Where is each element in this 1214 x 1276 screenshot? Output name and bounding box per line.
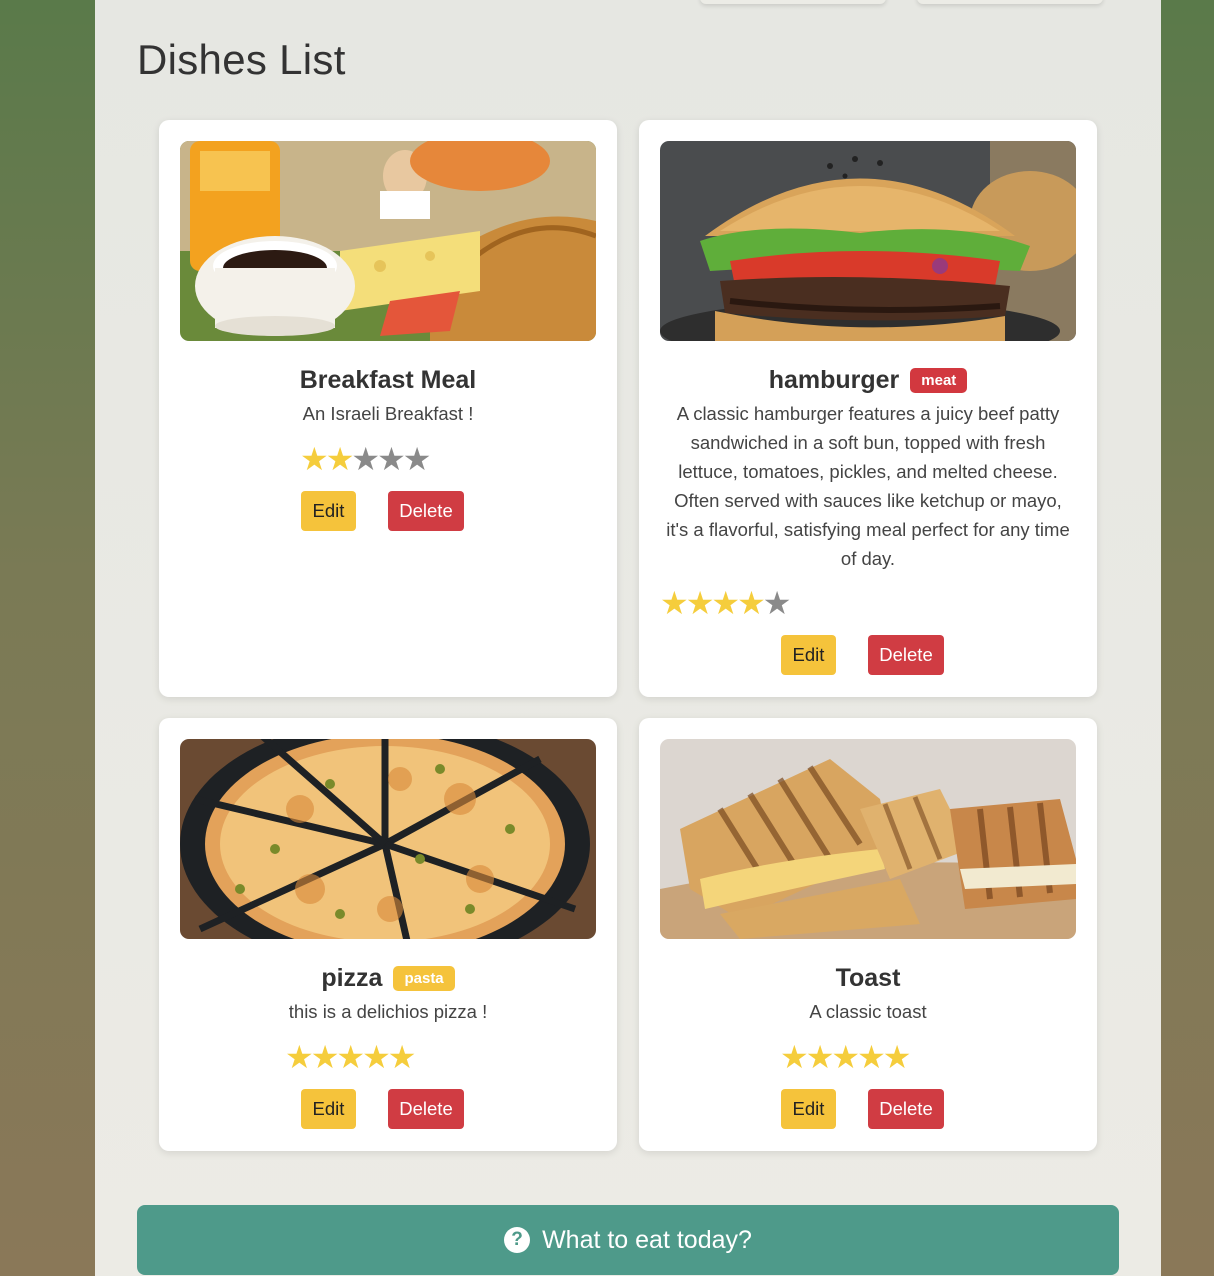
star-icon[interactable]: ★ bbox=[362, 1039, 391, 1075]
dish-image bbox=[180, 739, 596, 939]
dish-card: Breakfast Meal An Israeli Breakfast ! ★★… bbox=[159, 120, 617, 697]
star-icon[interactable]: ★ bbox=[737, 585, 766, 621]
star-icon[interactable]: ★ bbox=[763, 585, 792, 621]
star-icon[interactable]: ★ bbox=[857, 1039, 886, 1075]
dish-image bbox=[180, 141, 596, 341]
rating-stars[interactable]: ★★★★★ bbox=[285, 1039, 417, 1075]
dish-description: A classic hamburger features a juicy bee… bbox=[666, 403, 1070, 569]
star-icon[interactable]: ★ bbox=[326, 441, 355, 477]
what-to-eat-label: What to eat today? bbox=[542, 1225, 752, 1254]
dish-image bbox=[660, 739, 1076, 939]
star-icon[interactable]: ★ bbox=[336, 1039, 365, 1075]
dish-name: hamburger bbox=[768, 366, 900, 394]
dish-category-badge: meat bbox=[910, 368, 968, 393]
dish-card: pizza pasta this is a delichios pizza ! … bbox=[159, 718, 617, 1151]
dish-name: Toast bbox=[835, 964, 901, 992]
star-icon[interactable]: ★ bbox=[660, 585, 689, 621]
dish-description: this is a delichios pizza ! bbox=[288, 1001, 488, 1022]
rating-stars[interactable]: ★★★★★ bbox=[660, 585, 792, 621]
dish-card: Toast A classic toast ★★★★★ Edit Delete bbox=[639, 718, 1097, 1151]
dish-description: An Israeli Breakfast ! bbox=[302, 403, 474, 424]
star-icon[interactable]: ★ bbox=[686, 585, 715, 621]
star-icon[interactable]: ★ bbox=[403, 441, 432, 477]
star-icon[interactable]: ★ bbox=[806, 1039, 835, 1075]
dish-image bbox=[660, 141, 1076, 341]
star-icon[interactable]: ★ bbox=[351, 441, 380, 477]
dish-category-badge: pasta bbox=[393, 966, 455, 991]
star-icon[interactable]: ★ bbox=[377, 441, 406, 477]
star-icon[interactable]: ★ bbox=[285, 1039, 314, 1075]
dish-title-row: pizza pasta bbox=[159, 964, 617, 993]
dish-description: A classic toast bbox=[809, 1001, 927, 1022]
what-to-eat-button[interactable]: ? What to eat today? bbox=[137, 1205, 1119, 1275]
star-icon[interactable]: ★ bbox=[883, 1039, 912, 1075]
page-title: Dishes List bbox=[137, 36, 346, 83]
edit-button[interactable]: Edit bbox=[301, 1089, 356, 1129]
delete-button[interactable]: Delete bbox=[868, 635, 944, 675]
dish-title-row: Toast bbox=[639, 964, 1097, 993]
rating-stars[interactable]: ★★★★★ bbox=[780, 1039, 912, 1075]
top-nav-tab[interactable] bbox=[917, 0, 1103, 4]
top-nav-tab[interactable] bbox=[700, 0, 886, 4]
delete-button[interactable]: Delete bbox=[868, 1089, 944, 1129]
dish-name: Breakfast Meal bbox=[299, 366, 477, 394]
star-icon[interactable]: ★ bbox=[300, 441, 329, 477]
question-circle-icon: ? bbox=[504, 1227, 531, 1253]
dish-title-row: Breakfast Meal bbox=[159, 366, 617, 395]
delete-button[interactable]: Delete bbox=[388, 1089, 464, 1129]
star-icon[interactable]: ★ bbox=[780, 1039, 809, 1075]
edit-button[interactable]: Edit bbox=[781, 1089, 836, 1129]
delete-button[interactable]: Delete bbox=[388, 491, 464, 531]
star-icon[interactable]: ★ bbox=[388, 1039, 417, 1075]
dish-title-row: hamburger meat bbox=[639, 366, 1097, 395]
rating-stars[interactable]: ★★★★★ bbox=[300, 441, 432, 477]
edit-button[interactable]: Edit bbox=[781, 635, 836, 675]
star-icon[interactable]: ★ bbox=[831, 1039, 860, 1075]
star-icon[interactable]: ★ bbox=[711, 585, 740, 621]
dish-name: pizza bbox=[321, 964, 383, 992]
star-icon[interactable]: ★ bbox=[311, 1039, 340, 1075]
dish-card: hamburger meat A classic hamburger featu… bbox=[639, 120, 1097, 697]
edit-button[interactable]: Edit bbox=[301, 491, 356, 531]
